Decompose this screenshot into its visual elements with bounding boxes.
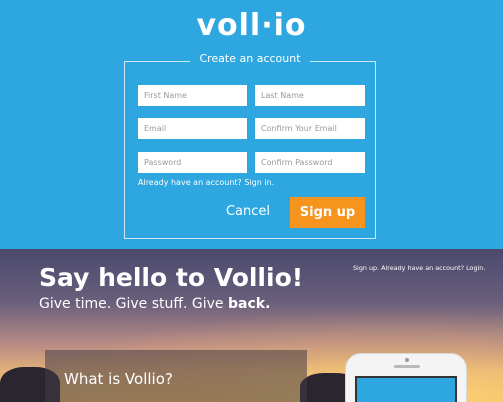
- sign-up-button[interactable]: Sign up: [290, 197, 365, 228]
- cancel-button[interactable]: Cancel: [222, 201, 274, 223]
- hero-subtitle-emphasis: back.: [228, 296, 271, 312]
- hero-subtitle: Give time. Give stuff. Give back.: [39, 296, 270, 312]
- last-name-input[interactable]: [255, 85, 365, 106]
- hero-section: Say hello to Vollio! Give time. Give stu…: [0, 249, 503, 402]
- about-card-title: What is Vollio?: [64, 370, 173, 388]
- confirm-email-input[interactable]: [255, 118, 365, 139]
- hero-title: Say hello to Vollio!: [39, 263, 304, 292]
- first-name-input[interactable]: [138, 85, 247, 106]
- sign-in-link[interactable]: Already have an account? Sign in.: [138, 178, 274, 187]
- email-input[interactable]: [138, 118, 247, 139]
- password-input[interactable]: [138, 152, 247, 173]
- phone-speaker: [394, 365, 420, 368]
- form-heading: Create an account: [190, 51, 310, 67]
- phone-screen: [355, 376, 457, 402]
- signup-panel: voll·io Create an account Already have a…: [0, 0, 503, 249]
- vollio-logo: voll·io: [196, 8, 307, 43]
- confirm-password-input[interactable]: [255, 152, 365, 173]
- phone-mockup-image: [345, 353, 467, 402]
- what-is-vollio-card: What is Vollio?: [45, 350, 307, 402]
- phone-camera: [405, 358, 409, 362]
- hero-subtitle-text: Give time. Give stuff. Give: [39, 296, 228, 312]
- hero-signup-login-link[interactable]: Sign up. Already have an account? Login.: [353, 264, 485, 272]
